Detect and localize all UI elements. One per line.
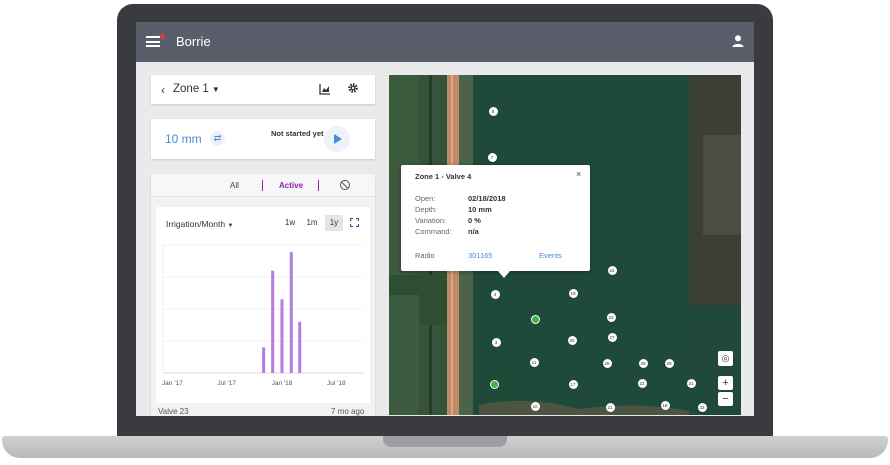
popup-field-value: n/a: [468, 227, 479, 236]
metric-dropdown-label: Irrigation/Month: [166, 219, 226, 229]
range-1w-button[interactable]: 1w: [281, 215, 299, 231]
valve-marker-active[interactable]: [530, 314, 540, 324]
x-tick-label: Jul '17: [217, 380, 236, 387]
x-tick-label: Jul '18: [327, 380, 346, 387]
zone-card: ‹ Zone 1 ▼: [151, 75, 375, 104]
irrigation-bar-chart: Jan '17 Jul '17 Jan '18 Jul '18: [162, 244, 364, 387]
popup-field-value: 0 %: [468, 216, 481, 225]
list-item-age: 7 mo ago: [331, 407, 365, 416]
valve-marker[interactable]: 7: [487, 152, 497, 162]
caret-down-icon: ▼: [227, 223, 234, 229]
popup-field-label: Variation:: [415, 216, 447, 225]
chart-bar: [280, 299, 284, 373]
tab-active[interactable]: Active: [279, 181, 303, 190]
valve-marker[interactable]: 28: [638, 358, 648, 368]
x-tick-label: Jan '18: [272, 380, 293, 387]
zone-dropdown[interactable]: Zone 1 ▼: [173, 83, 220, 95]
locate-icon[interactable]: ◎: [718, 351, 733, 366]
metric-dropdown[interactable]: Irrigation/Month ▼: [166, 219, 233, 229]
back-chevron-icon[interactable]: ‹: [161, 83, 165, 97]
zoom-out-button[interactable]: −: [718, 392, 733, 406]
chart-icon[interactable]: [319, 83, 331, 95]
user-account-icon[interactable]: [731, 34, 745, 48]
range-1m-button[interactable]: 1m: [303, 215, 321, 231]
play-button[interactable]: [324, 126, 350, 152]
popup-events-link[interactable]: Events: [539, 251, 562, 260]
app-screen: Borrie ‹ Zone 1 ▼ 10 mm ⇄ Not started yet…: [136, 22, 754, 416]
app-title: Borrie: [176, 34, 211, 49]
valve-list-panel: All Active Irrigation/Month ▼ 1w 1m 1y J…: [151, 174, 375, 416]
valve-popup: Zone 1 - Valve 4 × Open: 02/18/2018 Dept…: [401, 165, 590, 278]
valve-marker[interactable]: 3: [491, 337, 501, 347]
valve-marker[interactable]: 19: [568, 288, 578, 298]
range-1y-button[interactable]: 1y: [325, 215, 343, 231]
valve-marker[interactable]: 22: [637, 378, 647, 388]
chart-bar: [271, 270, 275, 373]
valve-marker[interactable]: 10: [530, 401, 540, 411]
popup-title: Zone 1 - Valve 4: [415, 172, 472, 181]
laptop-notch: [383, 436, 507, 447]
valve-marker-active[interactable]: [489, 379, 499, 389]
tab-all[interactable]: All: [230, 181, 239, 190]
valve-marker[interactable]: 31: [686, 378, 696, 388]
valve-marker[interactable]: 8: [488, 106, 498, 116]
popup-field-value: 02/18/2018: [468, 194, 506, 203]
run-status: Not started yet: [271, 129, 324, 138]
run-card: 10 mm ⇄ Not started yet: [151, 119, 375, 159]
gear-icon[interactable]: [347, 82, 359, 94]
popup-field-label: Depth:: [415, 205, 438, 214]
valve-marker[interactable]: 23: [606, 312, 616, 322]
zoom-in-button[interactable]: +: [718, 376, 733, 390]
valve-marker[interactable]: 11: [529, 357, 539, 367]
notification-dot: [160, 34, 165, 39]
popup-field-value: 10 mm: [468, 205, 492, 214]
valve-marker[interactable]: 18: [660, 400, 670, 410]
depth-value[interactable]: 10 mm: [165, 132, 202, 146]
valve-marker[interactable]: 27: [607, 332, 617, 342]
popup-field-label: Open:: [415, 194, 436, 203]
close-icon[interactable]: ×: [576, 169, 581, 179]
hamburger-menu-icon[interactable]: [146, 36, 160, 47]
chart-bar: [298, 321, 302, 373]
valve-marker[interactable]: 17: [568, 379, 578, 389]
valve-marker[interactable]: 32: [697, 402, 707, 412]
valve-marker[interactable]: 24: [607, 265, 617, 275]
satellite-map[interactable]: 8 7 24 4 19 23 3 20 27 11 26 28 29 17 22 31 10 21 18 32 Zon…: [389, 75, 741, 415]
filter-bar: All Active: [151, 174, 375, 197]
valve-marker[interactable]: 4: [490, 289, 500, 299]
fullscreen-icon[interactable]: [350, 218, 359, 227]
zone-dropdown-label: Zone 1: [173, 83, 209, 95]
popup-radio-label: Radio: [415, 251, 435, 260]
popup-field-label: Command:: [415, 227, 452, 236]
swap-units-icon[interactable]: ⇄: [210, 131, 225, 146]
chart-bar: [262, 347, 266, 373]
tab-divider: [262, 180, 263, 191]
caret-down-icon: ▼: [211, 85, 220, 94]
tab-disabled-icon[interactable]: [340, 180, 350, 190]
valve-marker[interactable]: 20: [567, 335, 577, 345]
x-tick-label: Jan '17: [162, 380, 183, 387]
valve-marker[interactable]: 26: [602, 358, 612, 368]
popup-radio-id-link[interactable]: 301165: [468, 251, 492, 260]
irrigation-chart-card: Irrigation/Month ▼ 1w 1m 1y Jan '17 Jul '…: [156, 207, 370, 403]
valve-marker[interactable]: 21: [605, 402, 615, 412]
tab-divider: [318, 180, 319, 191]
valve-marker[interactable]: 29: [664, 358, 674, 368]
app-header: Borrie: [136, 22, 754, 62]
chart-bar: [289, 252, 293, 373]
list-item-name[interactable]: Valve 23: [158, 407, 189, 416]
